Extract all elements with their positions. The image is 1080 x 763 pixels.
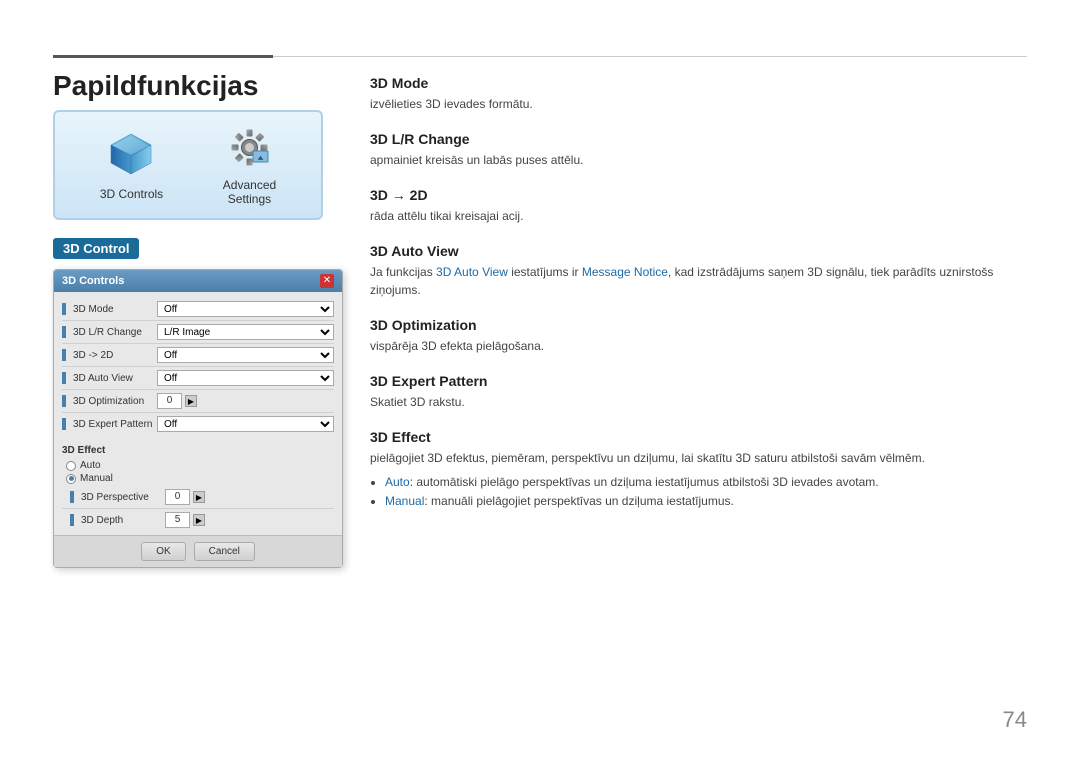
dialog-row-3d-expert-pattern: 3D Expert Pattern Off bbox=[62, 413, 334, 435]
row-label-3d-to-2d: 3D -> 2D bbox=[62, 349, 157, 361]
row-value-3d-mode[interactable]: Off bbox=[157, 301, 334, 317]
section-label-3d-control: 3D Control bbox=[53, 238, 139, 259]
tray-item-3d-controls-label: 3D Controls bbox=[100, 187, 163, 201]
row-label-3d-perspective: 3D Perspective bbox=[70, 491, 165, 503]
page-number: 74 bbox=[1003, 707, 1027, 733]
tray-item-3d-controls[interactable]: 3D Controls bbox=[100, 129, 163, 201]
radio-row-manual[interactable]: Manual bbox=[62, 473, 334, 484]
row-bar bbox=[70, 491, 74, 503]
3d-perspective-value: 0 bbox=[165, 489, 190, 505]
3d-controls-dialog: 3D Controls ✕ 3D Mode Off 3D bbox=[53, 269, 343, 568]
text-3d-mode: izvēlieties 3D ievades formātu. bbox=[370, 95, 1027, 113]
3d-mode-select[interactable]: Off bbox=[157, 301, 334, 317]
heading-3d-lr-change: 3D L/R Change bbox=[370, 131, 1027, 147]
3d-auto-view-select[interactable]: Off bbox=[157, 370, 334, 386]
3d-perspective-arrow[interactable]: ▶ bbox=[193, 491, 205, 503]
row-label-3d-mode: 3D Mode bbox=[62, 303, 157, 315]
row-bar bbox=[62, 372, 66, 384]
3d-expert-pattern-select[interactable]: Off bbox=[157, 416, 334, 432]
text-3d-optimization: vispārēja 3D efekta pielāgošana. bbox=[370, 337, 1027, 355]
dialog-title: 3D Controls bbox=[62, 275, 124, 287]
3d-effect-bullet-list: Auto: automātiski pielāgo perspektīvas u… bbox=[370, 473, 1027, 511]
row-bar bbox=[62, 395, 66, 407]
text-3d-effect-main: pielāgojiet 3D efektus, piemēram, perspe… bbox=[370, 449, 1027, 467]
dialog-close-button[interactable]: ✕ bbox=[320, 274, 334, 288]
3d-effect-section: 3D Effect Auto Manual 3D Perspective 0 ▶ bbox=[54, 441, 342, 535]
row-value-3d-auto-view[interactable]: Off bbox=[157, 370, 334, 386]
dialog-row-3d-to-2d: 3D -> 2D Off bbox=[62, 344, 334, 367]
dialog-ok-button[interactable]: OK bbox=[141, 542, 185, 561]
row-label-3d-auto-view: 3D Auto View bbox=[62, 372, 157, 384]
3d-to-2d-select[interactable]: Off bbox=[157, 347, 334, 363]
content-section-3d-lr-change: 3D L/R Change apmainiet kreisās un labās… bbox=[370, 131, 1027, 169]
row-value-3d-lr-change[interactable]: L/R Image bbox=[157, 324, 334, 340]
row-label-3d-optimization: 3D Optimization bbox=[62, 395, 157, 407]
content-section-3d-expert-pattern: 3D Expert Pattern Skatiet 3D rakstu. bbox=[370, 373, 1027, 411]
bullet-auto: Auto: automātiski pielāgo perspektīvas u… bbox=[385, 473, 1027, 492]
content-section-3d-auto-view: 3D Auto View Ja funkcijas 3D Auto View i… bbox=[370, 243, 1027, 299]
top-line-light bbox=[273, 56, 1027, 57]
dialog-row-3d-perspective: 3D Perspective 0 ▶ bbox=[62, 486, 334, 509]
row-bar bbox=[62, 349, 66, 361]
heading-3d-effect: 3D Effect bbox=[370, 429, 1027, 445]
heading-3d-mode: 3D Mode bbox=[370, 75, 1027, 91]
3d-lr-change-select[interactable]: L/R Image bbox=[157, 324, 334, 340]
row-bar bbox=[70, 514, 74, 526]
text-3d-expert-pattern: Skatiet 3D rakstu. bbox=[370, 393, 1027, 411]
dialog-titlebar: 3D Controls ✕ bbox=[54, 270, 342, 292]
content-section-3d-to-2d: 3D → 2D rāda attēlu tikai kreisajai acij… bbox=[370, 187, 1027, 225]
heading-3d-to-2d: 3D → 2D bbox=[370, 187, 1027, 203]
text-3d-lr-change: apmainiet kreisās un labās puses attēlu. bbox=[370, 151, 1027, 169]
radio-manual[interactable] bbox=[66, 474, 76, 484]
dialog-row-3d-auto-view: 3D Auto View Off bbox=[62, 367, 334, 390]
tray-item-advanced-settings-label: AdvancedSettings bbox=[223, 178, 276, 206]
row-label-3d-lr-change: 3D L/R Change bbox=[62, 326, 157, 338]
3d-depth-arrow[interactable]: ▶ bbox=[193, 514, 205, 526]
radio-row-auto[interactable]: Auto bbox=[62, 460, 334, 471]
link-auto[interactable]: Auto bbox=[385, 475, 410, 489]
heading-3d-optimization: 3D Optimization bbox=[370, 317, 1027, 333]
radio-auto[interactable] bbox=[66, 461, 76, 471]
bullet-manual: Manual: manuāli pielāgojiet perspektīvas… bbox=[385, 492, 1027, 511]
3d-effect-title: 3D Effect bbox=[62, 445, 334, 456]
link-message-notice[interactable]: Message Notice bbox=[582, 265, 668, 279]
dialog-footer: OK Cancel bbox=[54, 535, 342, 567]
row-value-3d-depth[interactable]: 5 ▶ bbox=[165, 512, 334, 528]
icon-tray: 3D Controls bbox=[53, 110, 323, 220]
row-label-3d-depth: 3D Depth bbox=[70, 514, 165, 526]
text-3d-auto-view: Ja funkcijas 3D Auto View iestatījums ir… bbox=[370, 263, 1027, 299]
heading-3d-expert-pattern: 3D Expert Pattern bbox=[370, 373, 1027, 389]
3d-depth-value: 5 bbox=[165, 512, 190, 528]
dialog-row-3d-depth: 3D Depth 5 ▶ bbox=[62, 509, 334, 531]
link-3d-auto-view[interactable]: 3D Auto View bbox=[436, 265, 508, 279]
row-value-3d-perspective[interactable]: 0 ▶ bbox=[165, 489, 334, 505]
heading-3d-auto-view: 3D Auto View bbox=[370, 243, 1027, 259]
row-bar bbox=[62, 303, 66, 315]
row-label-3d-expert-pattern: 3D Expert Pattern bbox=[62, 418, 157, 430]
row-bar bbox=[62, 418, 66, 430]
content-section-3d-mode: 3D Mode izvēlieties 3D ievades formātu. bbox=[370, 75, 1027, 113]
row-value-3d-optimization[interactable]: 0 ▶ bbox=[157, 393, 334, 409]
row-value-3d-to-2d[interactable]: Off bbox=[157, 347, 334, 363]
radio-manual-label: Manual bbox=[80, 473, 113, 484]
gear-settings-icon bbox=[227, 125, 272, 170]
dialog-row-3d-lr-change: 3D L/R Change L/R Image bbox=[62, 321, 334, 344]
left-column: 3D Controls bbox=[53, 55, 343, 568]
3d-optimization-arrow[interactable]: ▶ bbox=[185, 395, 197, 407]
row-bar bbox=[62, 326, 66, 338]
radio-auto-label: Auto bbox=[80, 460, 101, 471]
3d-optimization-value: 0 bbox=[157, 393, 182, 409]
dialog-cancel-button[interactable]: Cancel bbox=[194, 542, 255, 561]
tray-item-advanced-settings[interactable]: AdvancedSettings bbox=[223, 125, 276, 206]
dialog-row-3d-mode: 3D Mode Off bbox=[62, 298, 334, 321]
dialog-row-3d-optimization: 3D Optimization 0 ▶ bbox=[62, 390, 334, 413]
row-value-3d-expert-pattern[interactable]: Off bbox=[157, 416, 334, 432]
right-column: 3D Mode izvēlieties 3D ievades formātu. … bbox=[370, 75, 1027, 529]
3d-cube-icon bbox=[106, 129, 156, 179]
content-section-3d-optimization: 3D Optimization vispārēja 3D efekta piel… bbox=[370, 317, 1027, 355]
content-section-3d-effect: 3D Effect pielāgojiet 3D efektus, piemēr… bbox=[370, 429, 1027, 511]
dialog-body: 3D Mode Off 3D L/R Change L/R Image bbox=[54, 292, 342, 441]
text-3d-to-2d: rāda attēlu tikai kreisajai acij. bbox=[370, 207, 1027, 225]
link-manual[interactable]: Manual bbox=[385, 494, 424, 508]
